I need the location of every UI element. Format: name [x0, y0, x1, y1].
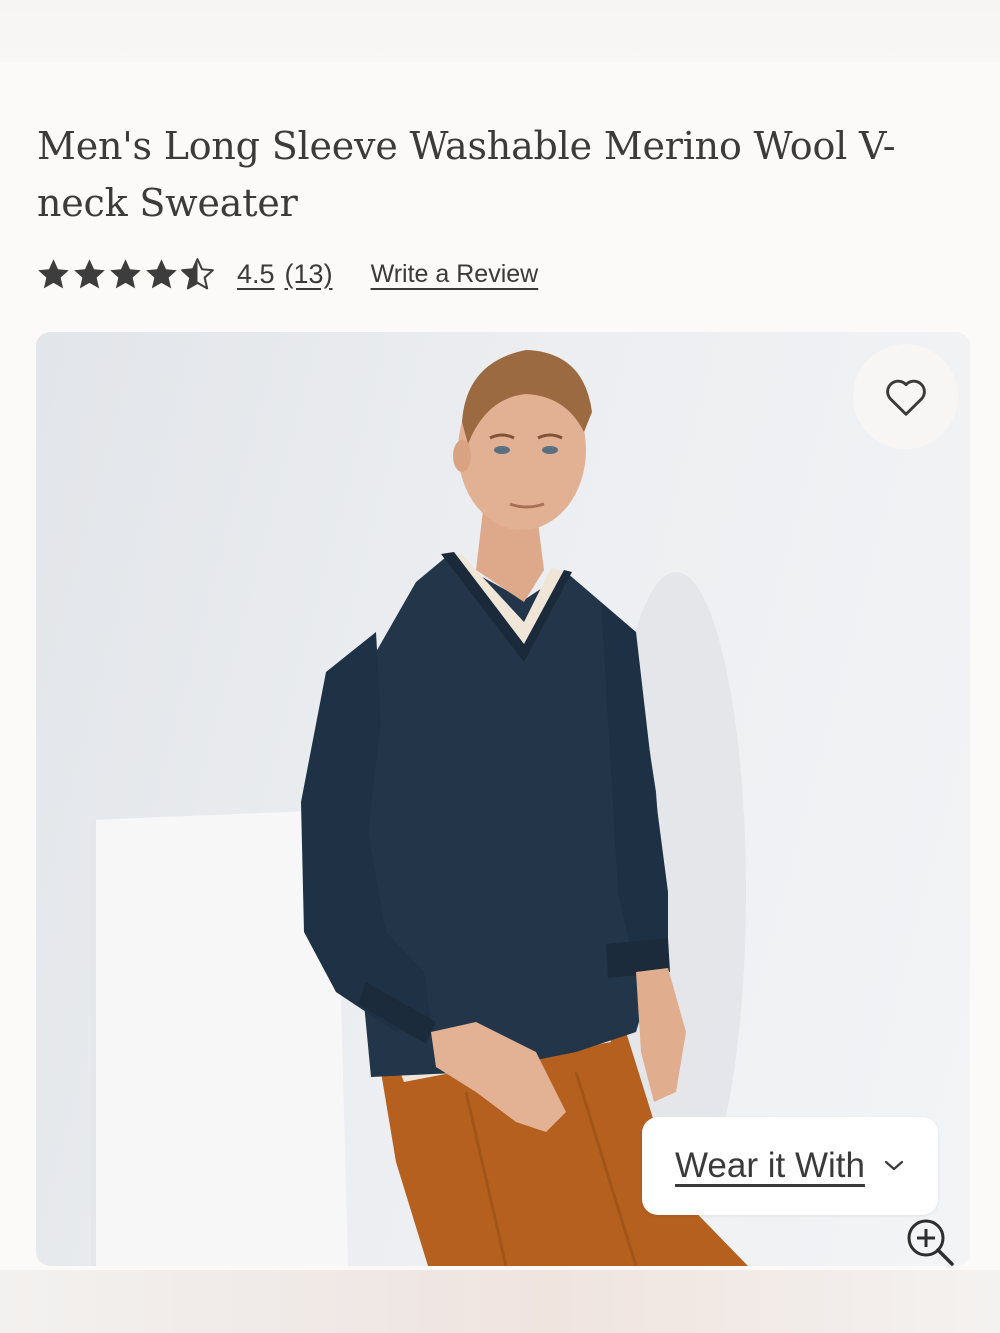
product-title: Men's Long Sleeve Washable Merino Wool V… [37, 124, 896, 225]
review-count[interactable]: (13) [285, 259, 333, 290]
star-filled-icon [38, 258, 69, 288]
product-image[interactable]: Wear it With [36, 332, 970, 1266]
heart-outline-icon [885, 379, 926, 416]
wear-it-with-label: Wear it With [675, 1146, 865, 1185]
wear-it-with-button[interactable]: Wear it With [642, 1117, 938, 1215]
star-filled-icon [74, 258, 105, 288]
favorite-button[interactable] [853, 344, 958, 449]
rating-value[interactable]: 4.5 [237, 259, 275, 290]
star-half-icon [181, 257, 214, 289]
bottom-strip [0, 1270, 1000, 1333]
top-bar [0, 0, 1000, 62]
star-filled-icon [146, 258, 177, 288]
zoom-button[interactable] [904, 1216, 956, 1266]
zoom-in-icon [907, 1219, 954, 1266]
chevron-down-icon [884, 1160, 904, 1171]
star-filled-icon [110, 258, 141, 288]
rating-row: 4.5 (13) Write a Review [36, 252, 538, 296]
write-review-link[interactable]: Write a Review [371, 260, 539, 289]
star-rating[interactable] [36, 257, 215, 292]
